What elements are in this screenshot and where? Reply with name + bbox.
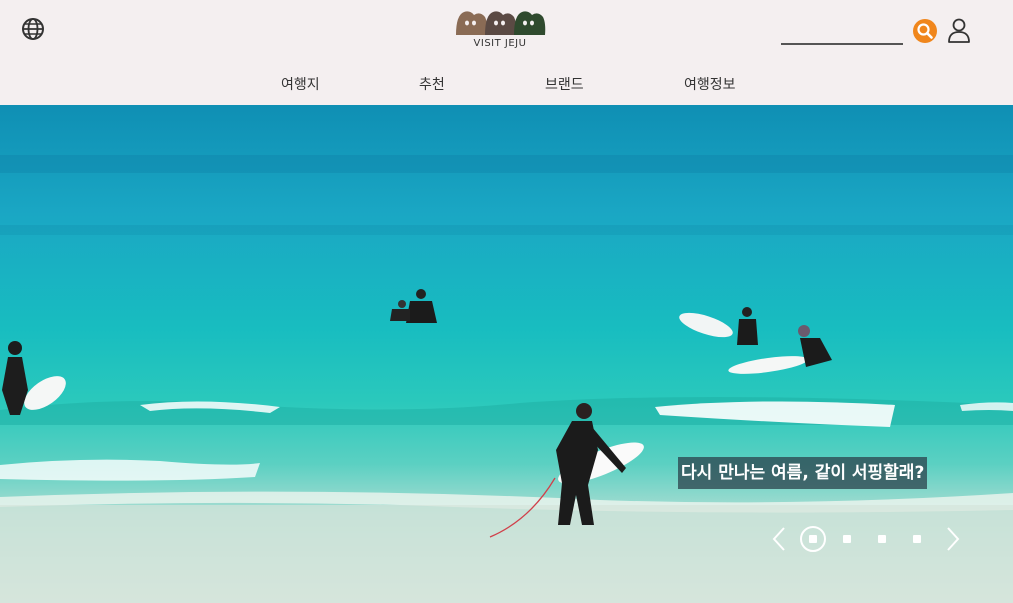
slide-indicator-3[interactable] [878, 535, 886, 543]
hero-caption: 다시 만나는 여름, 같이 서핑할래? [678, 457, 928, 489]
nav-item-destinations[interactable]: 여행지 [281, 74, 320, 94]
hero-image [0, 105, 1013, 603]
nav-item-travel-info[interactable]: 여행정보 [684, 74, 736, 94]
prev-slide-chevron-left-icon[interactable] [770, 526, 788, 552]
nav-item-recommend[interactable]: 추천 [419, 74, 445, 94]
logo-mark [456, 11, 546, 35]
slide-indicator-2[interactable] [843, 535, 851, 543]
slide-indicator-dot [809, 535, 817, 543]
hero-banner[interactable] [0, 105, 1013, 603]
next-slide-chevron-right-icon[interactable] [944, 526, 962, 552]
slide-indicator-4[interactable] [913, 535, 921, 543]
nav-item-brand[interactable]: 브랜드 [545, 74, 584, 94]
search-icon[interactable] [913, 19, 937, 43]
user-icon[interactable] [946, 17, 972, 43]
site-logo[interactable]: VISIT JEJU [454, 9, 546, 53]
slide-indicator-1-active[interactable] [800, 526, 826, 552]
site-header: VISIT JEJU 여행지 추천 브랜드 여행정보 [0, 0, 1013, 105]
search-box [781, 17, 903, 47]
globe-icon[interactable] [21, 17, 45, 41]
main-nav: 여행지 추천 브랜드 여행정보 [0, 74, 1013, 94]
search-input[interactable] [781, 17, 903, 45]
logo-text: VISIT JEJU [473, 38, 527, 49]
